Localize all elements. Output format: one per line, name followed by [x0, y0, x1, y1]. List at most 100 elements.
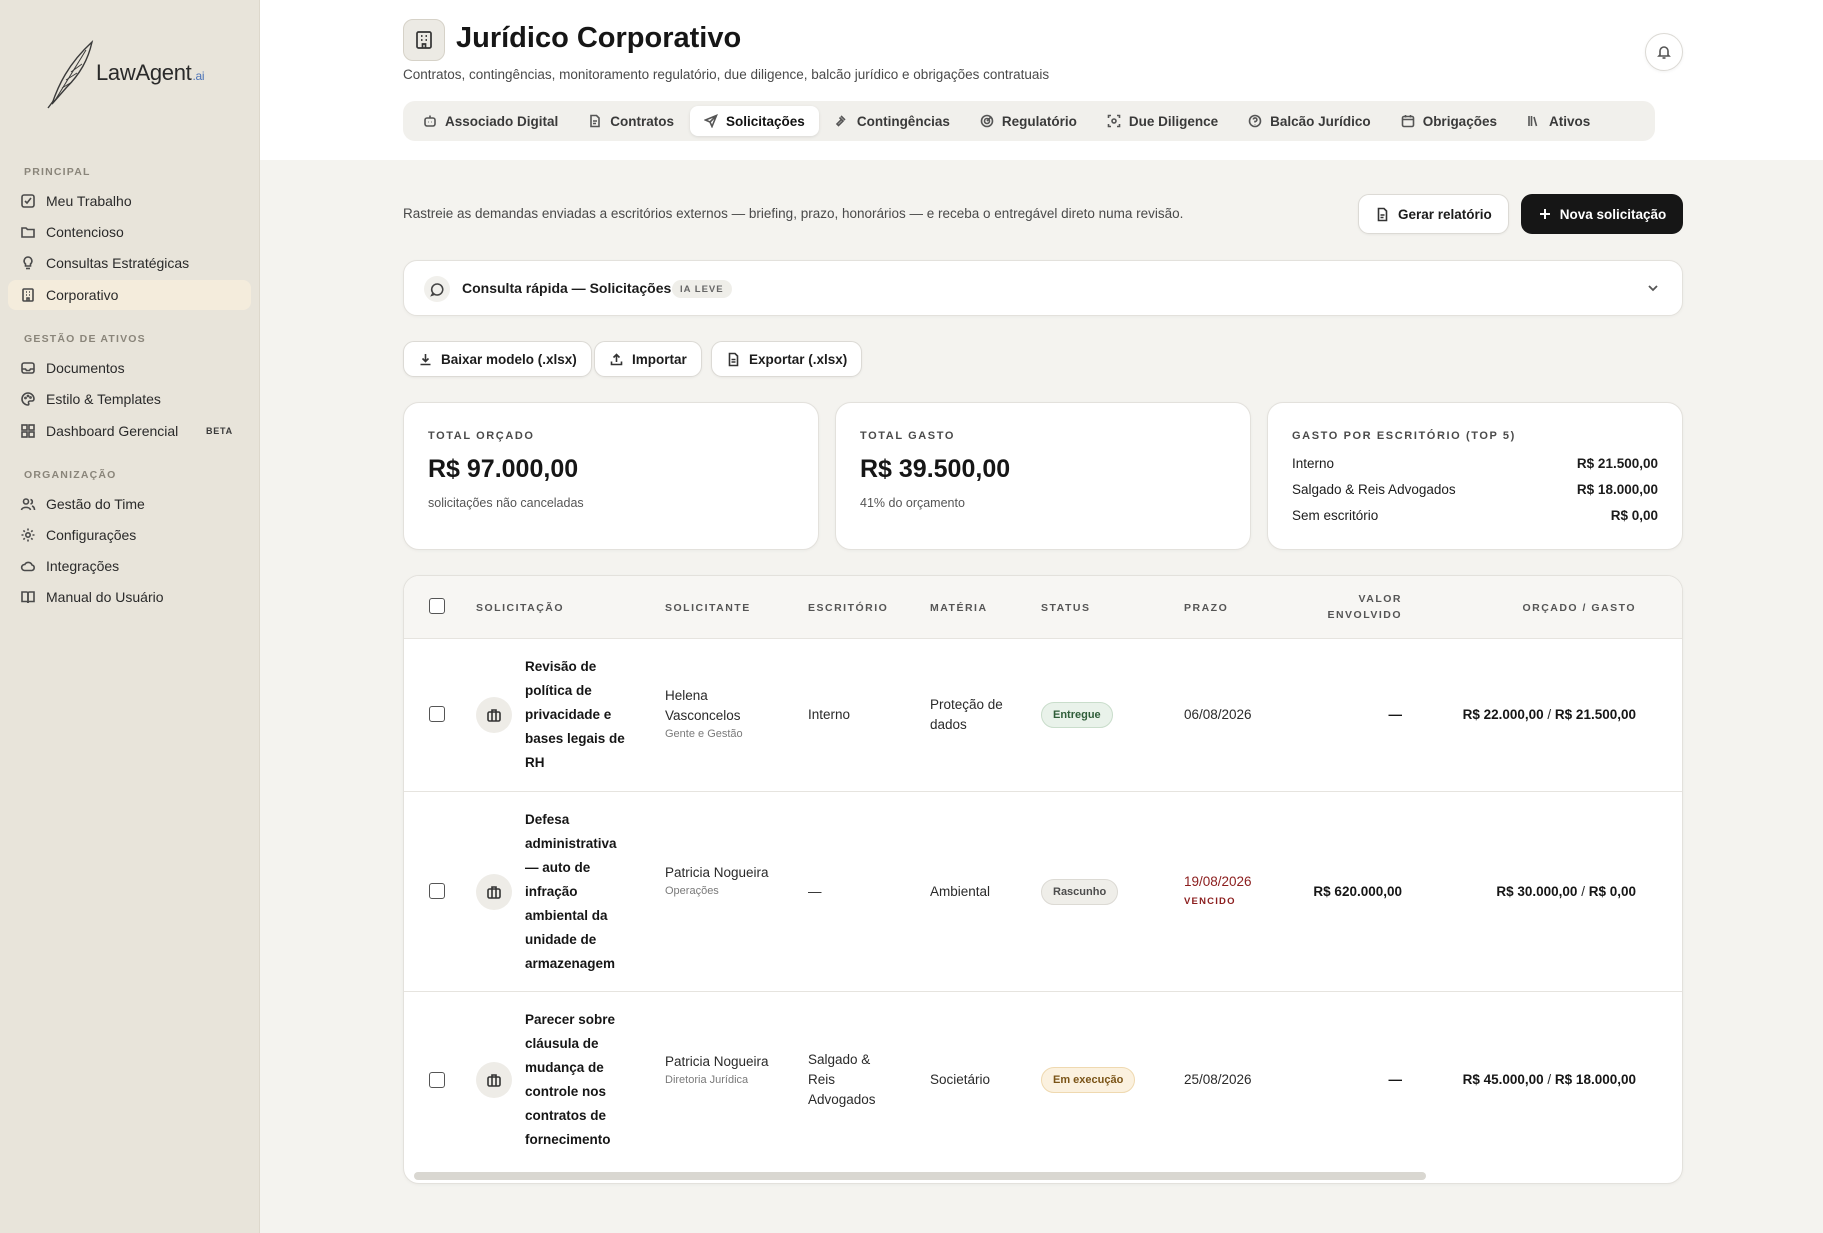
gavel-icon: [835, 115, 846, 127]
briefcase-icon: [476, 697, 512, 733]
new-request-button[interactable]: Nova solicitação: [1521, 194, 1683, 234]
col-firm[interactable]: ESCRITÓRIO: [808, 600, 888, 616]
spent-value: R$ 21.500,00: [1554, 707, 1636, 722]
sidebar-item-configuracoes[interactable]: Configurações: [8, 520, 251, 550]
palette-icon: [21, 392, 35, 406]
tab-ativos[interactable]: Ativos: [1513, 106, 1604, 136]
spend-row: Interno R$ 21.500,00: [1292, 456, 1658, 471]
tab-label: Solicitações: [726, 113, 805, 129]
page-title: Jurídico Corporativo: [456, 22, 742, 54]
export-button[interactable]: Exportar (.xlsx): [711, 341, 863, 377]
tab-balcao-juridico[interactable]: Balcão Jurídico: [1234, 106, 1385, 136]
tab-contratos[interactable]: Contratos: [574, 106, 688, 136]
sidebar-item-gestao-do-time[interactable]: Gestão do Time: [8, 489, 251, 519]
building-icon: [22, 288, 34, 302]
firm-cell: Salgado & Reis Advogados: [808, 1052, 876, 1107]
overdue-tag: VENCIDO: [1184, 896, 1236, 907]
col-requester[interactable]: SOLICITANTE: [665, 600, 751, 616]
horizontal-scrollbar[interactable]: [414, 1172, 1674, 1180]
col-matter[interactable]: MATÉRIA: [930, 600, 988, 616]
sidebar-item-integracoes[interactable]: Integrações: [8, 551, 251, 581]
col-status[interactable]: STATUS: [1041, 600, 1090, 616]
robot-icon: [424, 115, 436, 127]
sidebar-item-label: Corporativo: [46, 287, 119, 303]
download-template-button[interactable]: Baixar modelo (.xlsx): [403, 341, 592, 377]
folder-icon: [21, 227, 35, 238]
tab-regulatorio[interactable]: Regulatório: [966, 106, 1091, 136]
tab-solicitacoes[interactable]: Solicitações: [690, 106, 819, 136]
sidebar-item-contencioso[interactable]: Contencioso: [8, 217, 251, 247]
sidebar-item-corporativo[interactable]: Corporativo: [8, 280, 251, 310]
kpi-label: TOTAL ORÇADO: [428, 430, 535, 442]
sidebar-item-documentos[interactable]: Documentos: [8, 353, 251, 383]
spent-value: R$ 18.000,00: [1554, 1072, 1636, 1087]
deadline-cell: 06/08/2026: [1184, 707, 1252, 722]
tab-contingencias[interactable]: Contingências: [821, 106, 964, 136]
kpi-value: R$ 97.000,00: [428, 455, 579, 483]
kpi-spend-by-firm: GASTO POR ESCRITÓRIO (TOP 5) Interno R$ …: [1267, 402, 1683, 550]
table-row[interactable]: Parecer sobre cláusula de mudança de con…: [404, 992, 1682, 1170]
firm-spend: R$ 21.500,00: [1576, 456, 1658, 471]
budget-spent-cell: R$ 22.000,00 / R$ 21.500,00: [1462, 707, 1636, 722]
sidebar-item-consultas-estrategicas[interactable]: Consultas Estratégicas: [8, 248, 251, 278]
tab-label: Regulatório: [1001, 113, 1077, 129]
sidebar-item-estilo-templates[interactable]: Estilo & Templates: [8, 384, 251, 414]
sidebar-item-manual-do-usuario[interactable]: Manual do Usuário: [8, 582, 251, 612]
kpi-label: GASTO POR ESCRITÓRIO (TOP 5): [1292, 430, 1516, 442]
col-budget-spent[interactable]: ORÇADO / GASTO: [1454, 600, 1636, 616]
upload-icon: [610, 352, 623, 365]
col-request[interactable]: SOLICITAÇÃO: [476, 600, 564, 616]
col-value-line-1: VALOR: [1358, 593, 1402, 605]
scrollbar-thumb[interactable]: [414, 1172, 1426, 1180]
row-checkbox[interactable]: [429, 706, 445, 722]
bell-icon: [1657, 46, 1671, 59]
table-row[interactable]: Defesa administrativa — auto de infração…: [404, 792, 1682, 992]
row-checkbox[interactable]: [429, 883, 445, 899]
request-title[interactable]: Parecer sobre cláusula de mudança de con…: [525, 1008, 625, 1152]
button-label: Exportar (.xlsx): [749, 351, 848, 367]
nav-section-gestao-de-ativos: GESTÃO DE ATIVOS: [24, 333, 146, 345]
request-title[interactable]: Defesa administrativa — auto de infração…: [525, 808, 625, 976]
tab-label: Ativos: [1548, 113, 1591, 129]
button-label: Nova solicitação: [1559, 206, 1667, 222]
plus-icon: [1539, 209, 1550, 219]
tab-obrigacoes[interactable]: Obrigações: [1387, 106, 1511, 136]
row-checkbox[interactable]: [429, 1072, 445, 1088]
chevron-down-icon[interactable]: [1646, 281, 1660, 295]
spent-value: R$ 0,00: [1588, 884, 1636, 899]
nav-section-principal: PRINCIPAL: [24, 166, 91, 178]
table-row[interactable]: Revisão de política de privacidade e bas…: [404, 639, 1682, 792]
sidebar-item-dashboard-gerencial[interactable]: Dashboard Gerencial BETA: [8, 416, 251, 446]
quick-consult-label: Consulta rápida — Solicitações: [462, 280, 672, 296]
tab-associado-digital[interactable]: Associado Digital: [409, 106, 572, 136]
brand-suffix: .ai: [192, 69, 205, 83]
brand-logo[interactable]: LawAgent.ai: [42, 38, 232, 110]
scan-icon: [1107, 114, 1121, 128]
quick-consult-panel[interactable]: Consulta rápida — Solicitações IA LEVE: [403, 260, 1683, 316]
col-value[interactable]: VALOR ENVOLVIDO: [1304, 591, 1402, 623]
col-deadline[interactable]: PRAZO: [1184, 600, 1228, 616]
sidebar-item-meu-trabalho[interactable]: Meu Trabalho: [8, 186, 251, 216]
spend-row: Sem escritório R$ 0,00: [1292, 508, 1658, 523]
library-icon: [1528, 116, 1538, 127]
request-title[interactable]: Revisão de política de privacidade e bas…: [525, 655, 625, 775]
tab-label: Contratos: [610, 113, 675, 129]
kpi-sub: solicitações não canceladas: [428, 496, 584, 510]
tab-due-diligence[interactable]: Due Diligence: [1093, 106, 1232, 136]
requester-area: Operações: [665, 885, 719, 897]
deadline-cell: 19/08/2026 VENCIDO: [1184, 872, 1252, 912]
select-all-checkbox[interactable]: [429, 598, 445, 614]
generate-report-button[interactable]: Gerar relatório: [1358, 194, 1509, 234]
firm-name: Salgado & Reis Advogados: [1292, 482, 1456, 497]
notifications-button[interactable]: [1645, 33, 1683, 71]
firm-name: Interno: [1292, 456, 1335, 471]
spreadsheet-icon: [728, 352, 739, 366]
budget-spent-cell: R$ 30.000,00 / R$ 0,00: [1496, 884, 1636, 899]
budgeted-value: R$ 30.000,00: [1496, 884, 1578, 899]
page-subtitle: Contratos, contingências, monitoramento …: [403, 67, 1050, 82]
matter-cell: Proteção de dados: [930, 697, 1003, 732]
button-label: Baixar modelo (.xlsx): [441, 351, 577, 367]
requester-name: Helena Vasconcelos: [665, 688, 741, 723]
import-button[interactable]: Importar: [594, 341, 702, 377]
tab-label: Due Diligence: [1128, 113, 1219, 129]
